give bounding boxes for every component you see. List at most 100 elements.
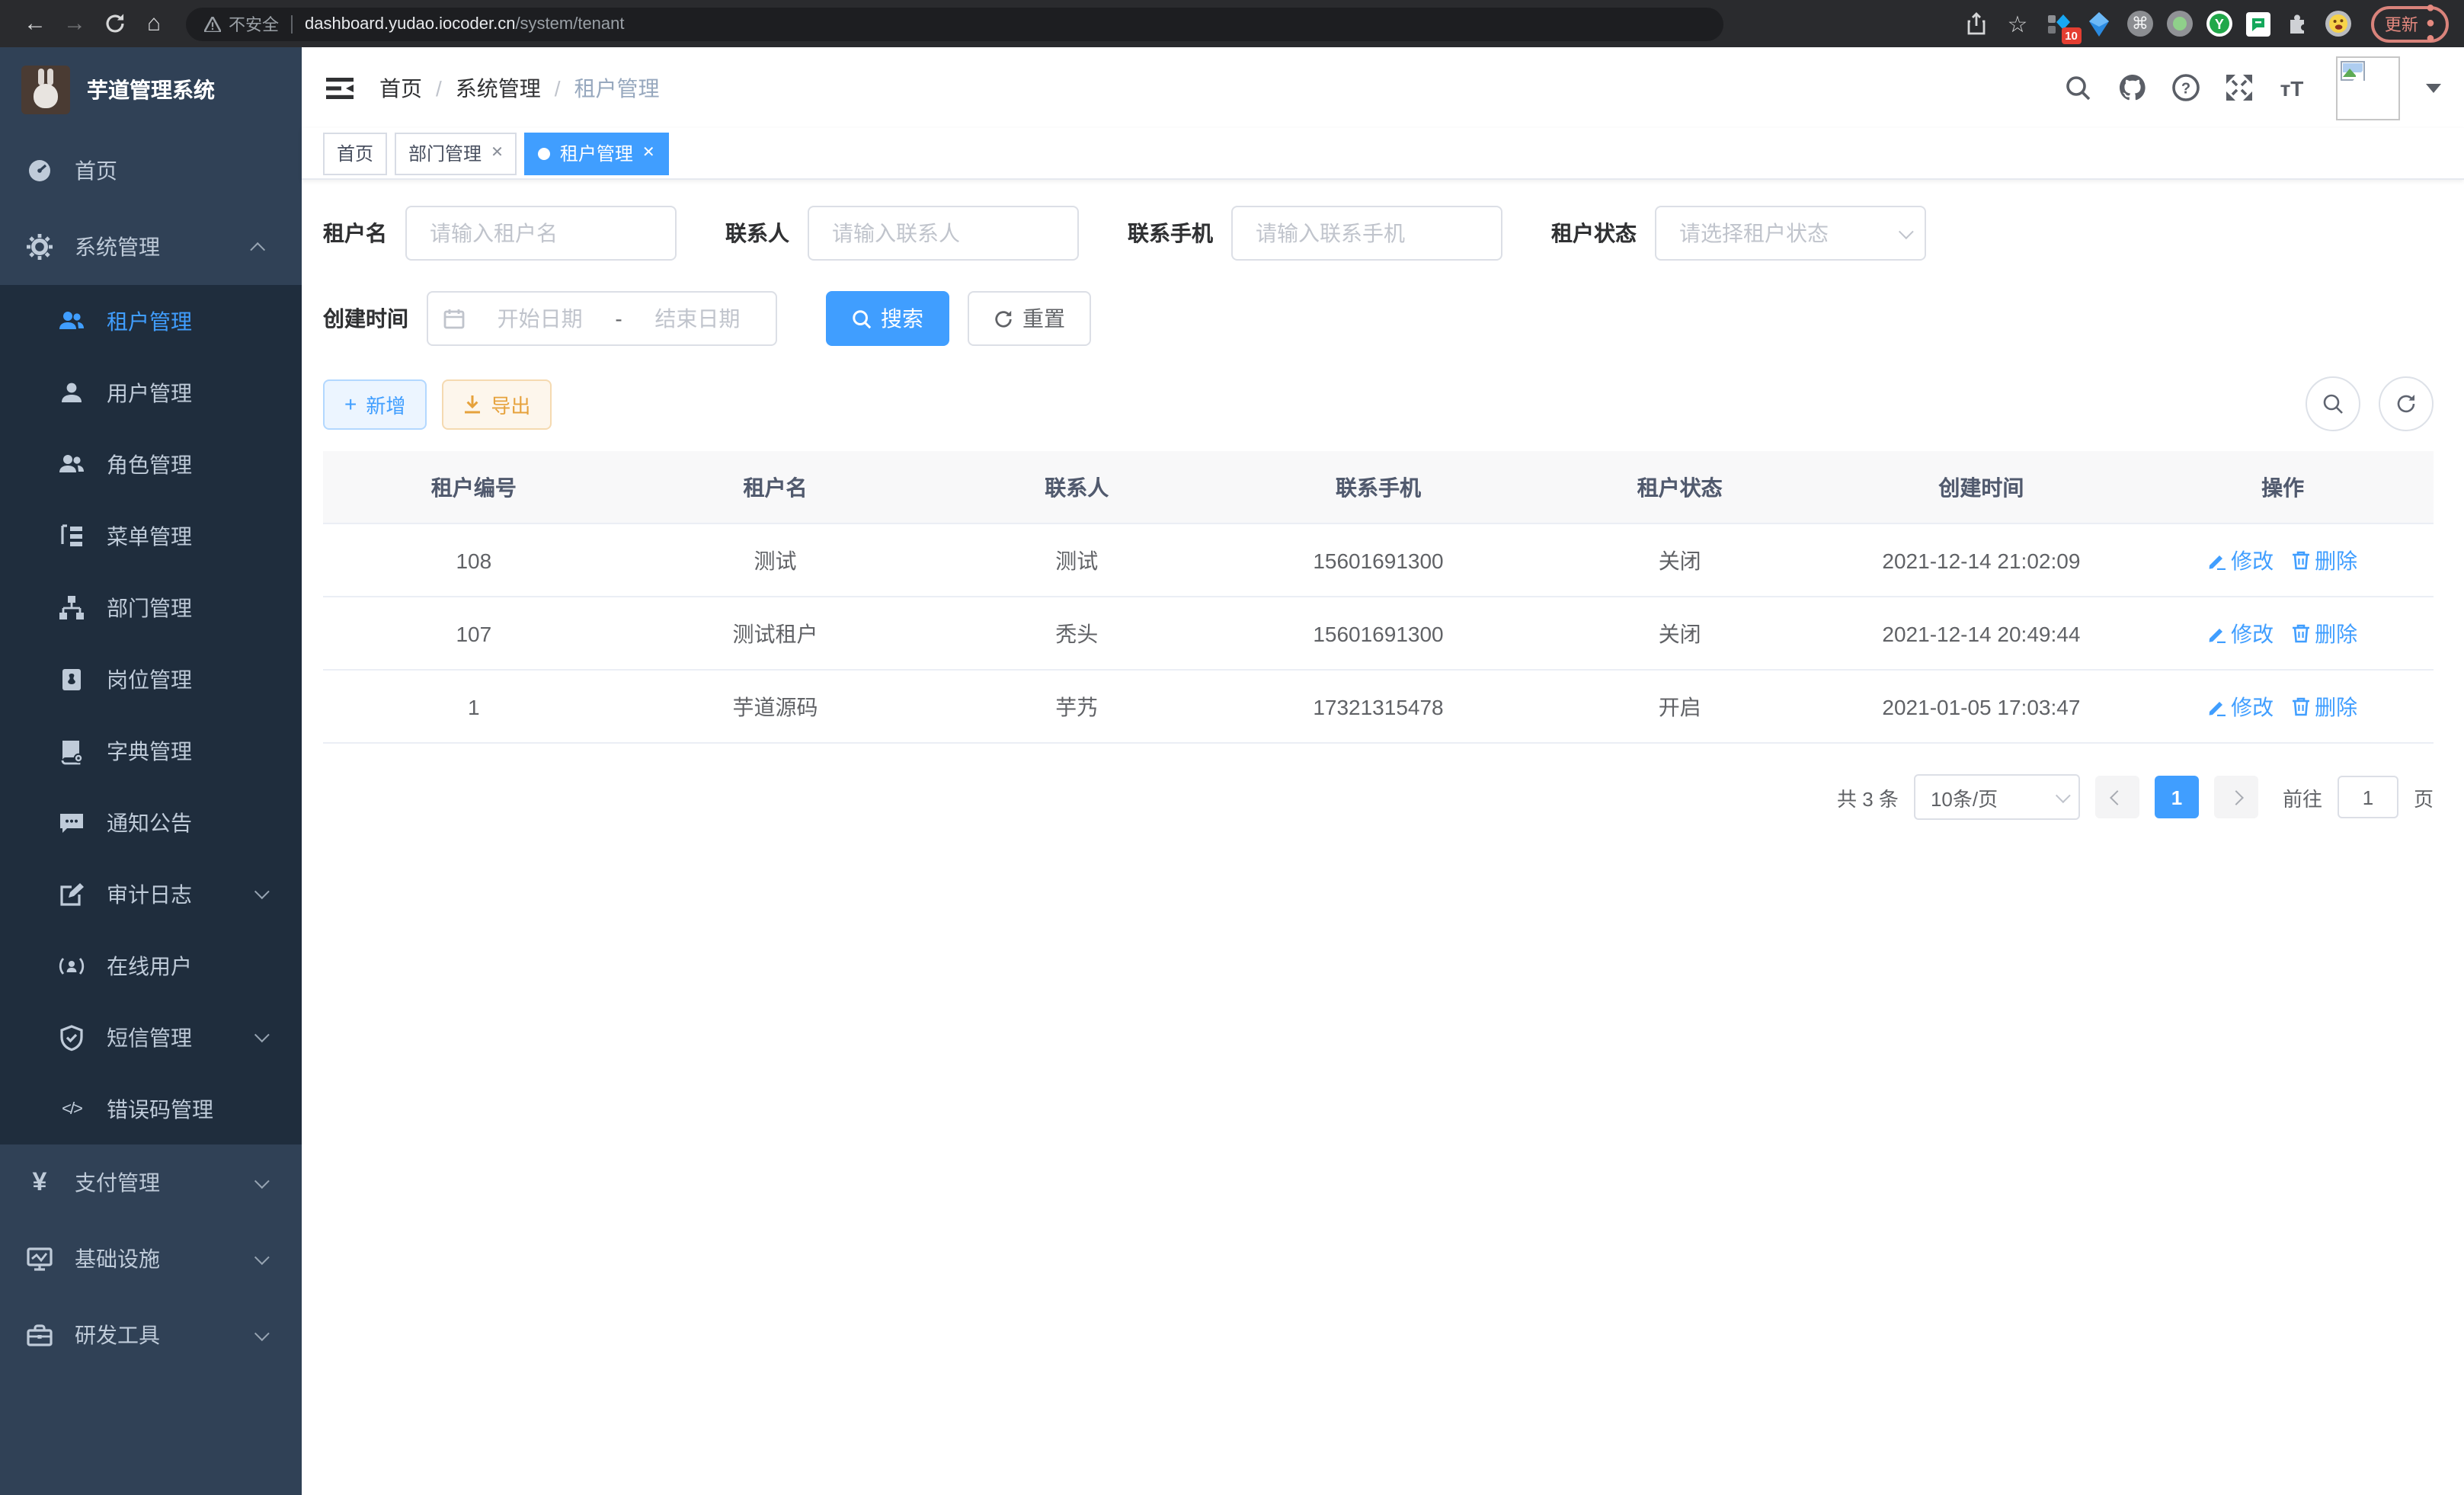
security-label[interactable]: 不安全 — [229, 11, 279, 36]
dictionary-icon — [58, 737, 85, 764]
add-button[interactable]: + 新增 — [323, 379, 427, 429]
filter-row-1: 租户名 联系人 联系手机 租户状态 请选择租户状态 — [323, 206, 2434, 261]
pagination: 共 3 条 10条/页 1 前往 页 — [323, 774, 2434, 820]
sidebar-item-system[interactable]: 系统管理 — [0, 209, 302, 285]
search-button-label: 搜索 — [881, 303, 923, 334]
edit-link[interactable]: 修改 — [2208, 545, 2274, 575]
plus-icon: + — [344, 392, 357, 416]
reset-button[interactable]: 重置 — [968, 291, 1091, 346]
breadcrumb-current: 租户管理 — [574, 72, 660, 103]
share-icon[interactable] — [1963, 10, 1990, 37]
avatar[interactable] — [2336, 56, 2400, 120]
toolbox-icon — [26, 1321, 53, 1349]
tag-tenant[interactable]: 租户管理 ✕ — [525, 132, 669, 174]
sidebar-item-menu[interactable]: 菜单管理 — [0, 500, 302, 571]
tag-home[interactable]: 首页 — [323, 132, 387, 174]
sidebar-item-notice[interactable]: 通知公告 — [0, 786, 302, 858]
sidebar-item-label: 字典管理 — [107, 735, 302, 766]
sidebar-item-errcode[interactable]: </> 错误码管理 — [0, 1073, 302, 1144]
sidebar-item-dept[interactable]: 部门管理 — [0, 571, 302, 643]
tag-close-icon[interactable]: ✕ — [642, 145, 655, 162]
github-icon[interactable] — [2117, 72, 2147, 103]
ext-command-icon[interactable]: ⌘ — [2127, 11, 2153, 37]
breadcrumb-home[interactable]: 首页 — [379, 72, 422, 103]
ext-grid-icon[interactable]: 10 — [2045, 10, 2072, 37]
address-divider — [291, 14, 293, 33]
next-page-button[interactable] — [2214, 776, 2258, 818]
goto-page-input[interactable] — [2338, 776, 2398, 818]
table-row: 1 芋道源码 芋艿 17321315478 开启 2021-01-05 17:0… — [323, 671, 2434, 744]
sidebar-item-dict[interactable]: 字典管理 — [0, 715, 302, 786]
contact-input[interactable] — [808, 206, 1079, 261]
bookmark-star-icon[interactable]: ☆ — [2004, 10, 2031, 37]
yen-icon: ¥ — [26, 1169, 53, 1196]
refresh-table-button[interactable] — [2379, 376, 2434, 431]
mobile-input[interactable] — [1231, 206, 1502, 261]
browser-home-icon[interactable]: ⌂ — [134, 4, 174, 43]
export-button[interactable]: 导出 — [442, 379, 552, 429]
help-icon[interactable]: ? — [2170, 72, 2200, 103]
toggle-search-button[interactable] — [2306, 376, 2360, 431]
delete-link[interactable]: 删除 — [2292, 545, 2357, 575]
cell-created: 2021-01-05 17:03:47 — [1831, 694, 2133, 719]
edit-link[interactable]: 修改 — [2208, 618, 2274, 648]
status-select[interactable]: 请选择租户状态 — [1655, 206, 1926, 261]
date-separator: - — [615, 306, 622, 331]
fullscreen-icon[interactable] — [2223, 72, 2254, 103]
sidebar-item-infra[interactable]: 基础设施 — [0, 1221, 302, 1297]
sidebar-item-role[interactable]: 角色管理 — [0, 428, 302, 500]
sidebar-item-pay[interactable]: ¥ 支付管理 — [0, 1144, 302, 1221]
browser-menu-icon[interactable]: ●●● — [2426, 1, 2435, 46]
browser-forward-icon[interactable]: → — [55, 4, 94, 43]
sidebar-item-online-user[interactable]: 在线用户 — [0, 930, 302, 1001]
prev-page-button[interactable] — [2095, 776, 2139, 818]
delete-link[interactable]: 删除 — [2292, 618, 2357, 648]
chevron-down-icon — [254, 884, 270, 899]
breadcrumb-system[interactable]: 系统管理 — [456, 72, 541, 103]
sidebar-item-sms[interactable]: 短信管理 — [0, 1001, 302, 1073]
ext-puzzle-icon[interactable] — [2284, 10, 2312, 37]
tenant-name-input[interactable] — [405, 206, 677, 261]
search-icon[interactable] — [2063, 72, 2094, 103]
browser-reload-icon[interactable] — [94, 4, 134, 43]
cell-created: 2021-12-14 21:02:09 — [1831, 548, 2133, 572]
font-size-icon[interactable]: тT — [2277, 72, 2307, 103]
col-tenant-id: 租户编号 — [323, 472, 625, 502]
sidebar-item-tenant[interactable]: 租户管理 — [0, 285, 302, 357]
tag-dept[interactable]: 部门管理 ✕ — [395, 132, 517, 174]
ext-y-icon[interactable]: Y — [2206, 11, 2232, 37]
signal-user-icon — [58, 952, 85, 979]
url-host[interactable]: dashboard.yudao.iocoder.cn — [305, 14, 515, 33]
trash-icon — [2292, 696, 2310, 716]
search-button[interactable]: 搜索 — [826, 291, 949, 346]
sidebar-item-audit-log[interactable]: 审计日志 — [0, 858, 302, 930]
end-date-placeholder[interactable]: 结束日期 — [635, 303, 760, 334]
chevron-down-icon — [1899, 223, 1914, 238]
avatar-caret-icon[interactable] — [2426, 83, 2441, 92]
tag-close-icon[interactable]: ✕ — [491, 145, 504, 162]
dashboard-icon — [26, 157, 53, 184]
url-path[interactable]: /system/tenant — [515, 14, 624, 33]
delete-link[interactable]: 删除 — [2292, 691, 2357, 722]
page-number-1[interactable]: 1 — [2155, 776, 2199, 818]
browser-back-icon[interactable]: ← — [15, 4, 55, 43]
ext-emoji-icon[interactable] — [2325, 11, 2351, 37]
start-date-placeholder[interactable]: 开始日期 — [477, 303, 603, 334]
sidebar-item-post[interactable]: 岗位管理 — [0, 643, 302, 715]
app-logo-row[interactable]: 芋道管理系统 — [0, 47, 302, 133]
sidebar-item-devtools[interactable]: 研发工具 — [0, 1297, 302, 1373]
sidebar-item-home[interactable]: 首页 — [0, 133, 302, 209]
page-size-select[interactable]: 10条/页 — [1914, 774, 2080, 820]
sidebar-item-user[interactable]: 用户管理 — [0, 357, 302, 428]
address-bar[interactable]: 不安全 dashboard.yudao.iocoder.cn /system/t… — [186, 7, 1723, 40]
edit-link[interactable]: 修改 — [2208, 691, 2274, 722]
page-content: 租户名 联系人 联系手机 租户状态 请选择租户状态 — [302, 180, 2464, 1495]
ext-green-dot-icon[interactable] — [2167, 11, 2193, 37]
roles-icon — [58, 450, 85, 478]
ext-kite-icon[interactable] — [2086, 10, 2114, 37]
ext-chat-icon[interactable] — [2246, 11, 2270, 36]
date-range-picker[interactable]: 开始日期 - 结束日期 — [427, 291, 777, 346]
collapse-sidebar-icon[interactable] — [325, 72, 355, 103]
browser-update-button[interactable]: 更新 ●●● — [2371, 5, 2449, 42]
page-size-value: 10条/页 — [1931, 783, 2056, 812]
